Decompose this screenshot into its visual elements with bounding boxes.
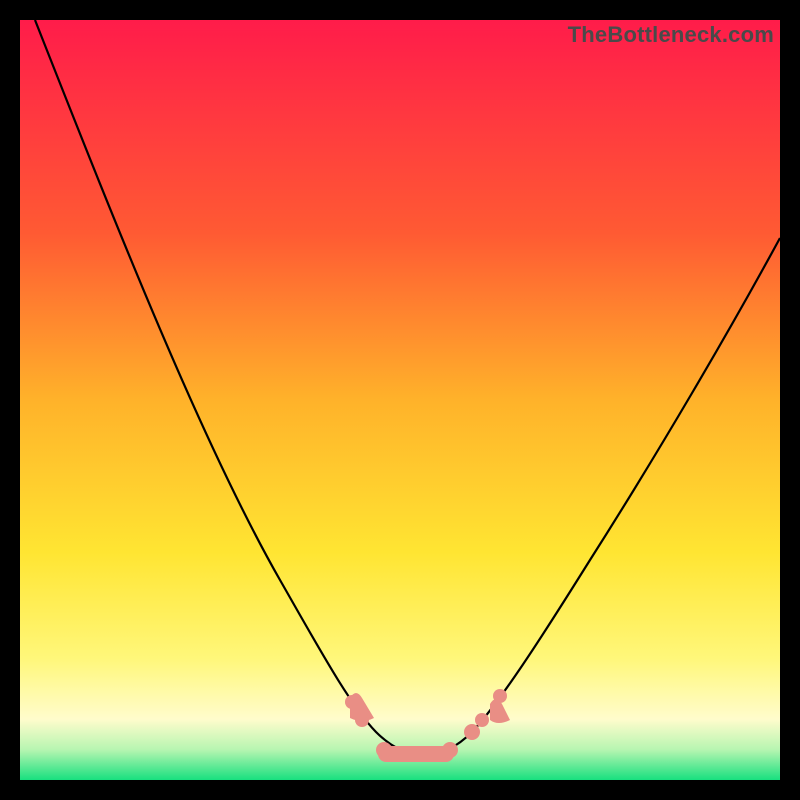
watermark-text: TheBottleneck.com	[568, 22, 774, 48]
bottleneck-curve	[20, 20, 780, 780]
chart-frame	[20, 20, 780, 780]
curve-path	[35, 20, 780, 755]
